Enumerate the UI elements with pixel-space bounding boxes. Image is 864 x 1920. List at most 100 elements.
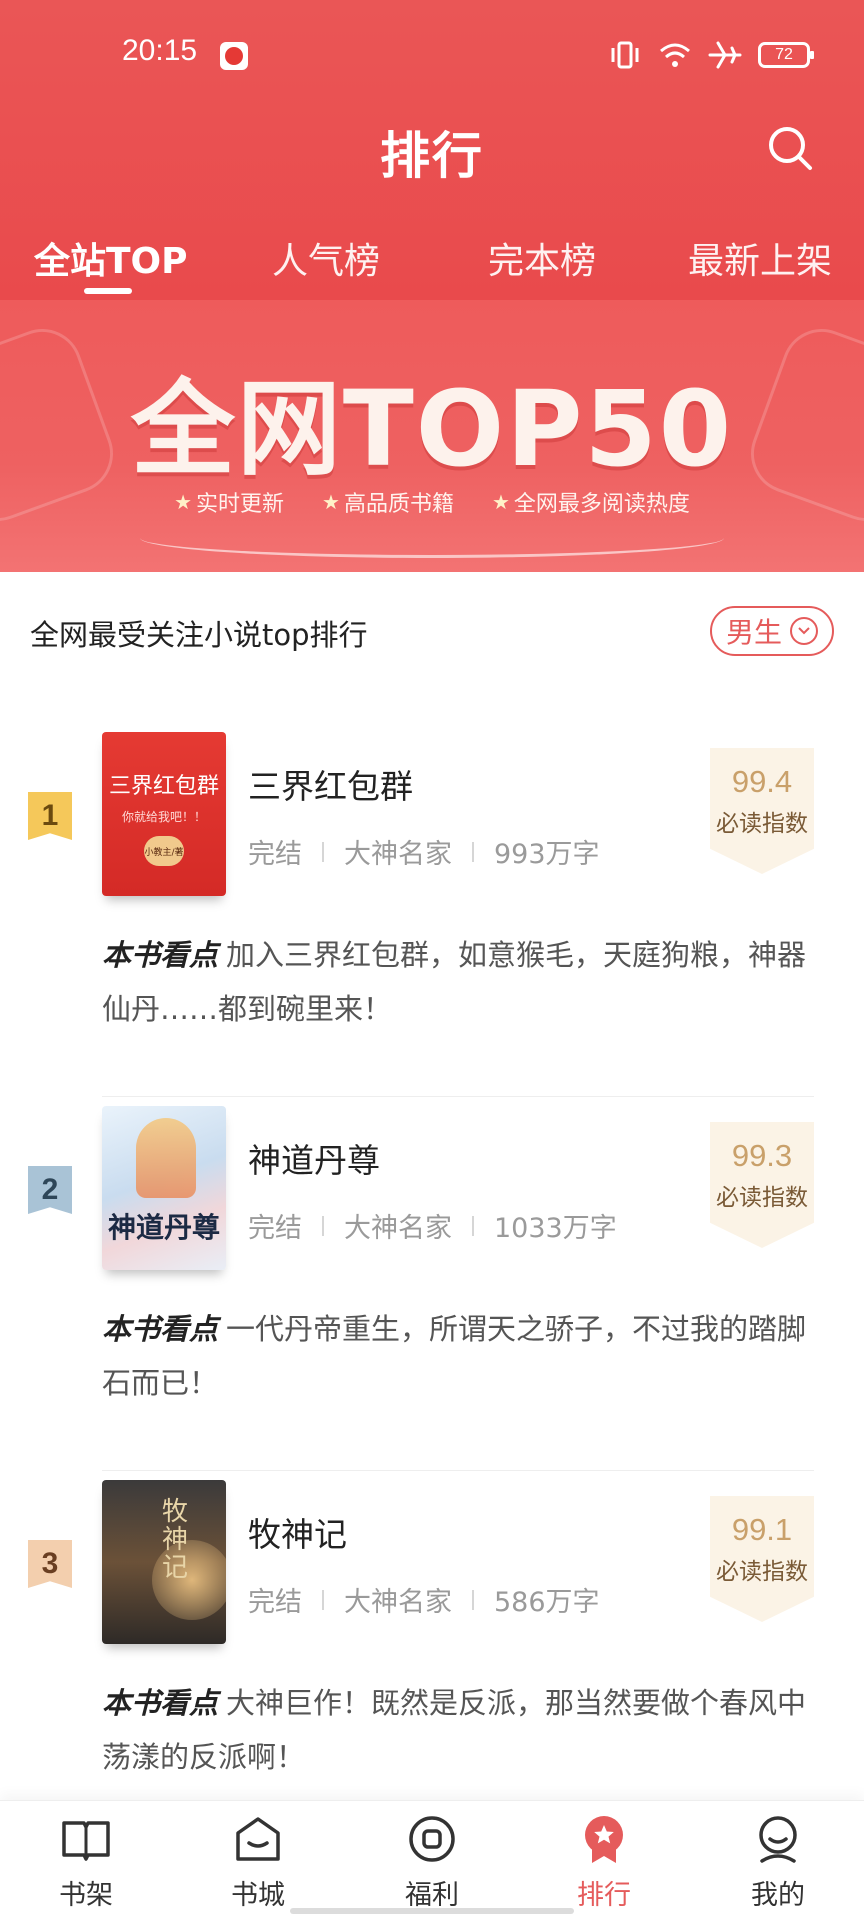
top50-banner[interactable]: 全网TOP50 ★ 实时更新 ★ 高品质书籍 ★ 全网最多阅读热度 bbox=[0, 300, 864, 572]
highlight-label: 本书看点 bbox=[102, 1312, 219, 1346]
rank-badge: 1 bbox=[28, 792, 72, 840]
book-list-item[interactable]: 2 神道丹尊 神道丹尊 完结 大神名家 1033万字 99.3 必读指数 本书看… bbox=[0, 1106, 864, 1480]
nav-bookshelf[interactable]: 书架 bbox=[26, 1813, 146, 1919]
status-icons: 72 bbox=[608, 40, 814, 70]
book-meta: 完结 大神名家 586万字 bbox=[248, 1580, 600, 1619]
book-list-item[interactable]: 3 牧神记 牧神记 完结 大神名家 586万字 99.1 必读指数 本书看点 大神… bbox=[0, 1480, 864, 1854]
nav-profile[interactable]: 我的 bbox=[718, 1813, 838, 1919]
tab-popular[interactable]: 人气榜 bbox=[272, 232, 380, 284]
status-bar: 20:15 72 bbox=[0, 0, 864, 110]
banner-feature: ★ 全网最多阅读热度 bbox=[491, 490, 690, 517]
book-cover[interactable]: 神道丹尊 bbox=[102, 1106, 226, 1270]
ranking-section-header: 全网最受关注小说top排行 男生 bbox=[0, 572, 864, 692]
book-status: 完结 bbox=[248, 1213, 302, 1244]
nav-label: 福利 bbox=[405, 1880, 459, 1911]
bottom-nav: 书架 书城 福利 排行 我的 bbox=[0, 1800, 864, 1920]
bookstore-icon bbox=[232, 1813, 284, 1865]
cover-figure bbox=[136, 1118, 196, 1198]
status-time: 20:15 bbox=[122, 34, 198, 67]
book-category: 大神名家 bbox=[344, 1587, 452, 1618]
cover-title: 牧神记 bbox=[162, 1497, 189, 1583]
divider bbox=[102, 1470, 814, 1471]
cover-subtitle: 你就给我吧！！ bbox=[121, 810, 206, 824]
book-highlight: 本书看点 加入三界红包群，如意猴毛，天庭狗粮，神器仙丹……都到碗里来！ bbox=[102, 928, 814, 1036]
score-label: 必读指数 bbox=[716, 1185, 808, 1211]
cover-title: 三界红包群 bbox=[108, 774, 219, 799]
score-label: 必读指数 bbox=[716, 811, 808, 837]
gender-filter-button[interactable]: 男生 bbox=[710, 606, 834, 656]
banner-title: 全网TOP50 bbox=[130, 368, 734, 490]
battery-icon: 72 bbox=[758, 42, 814, 68]
section-title: 全网最受关注小说top排行 bbox=[30, 618, 368, 652]
star-icon: ★ bbox=[322, 490, 340, 514]
highlight-label: 本书看点 bbox=[102, 1686, 219, 1720]
search-icon[interactable] bbox=[766, 124, 814, 172]
meta-divider bbox=[322, 841, 324, 862]
star-icon: ★ bbox=[174, 490, 192, 514]
book-word-count: 993万字 bbox=[494, 839, 600, 870]
rank-badge: 3 bbox=[28, 1540, 72, 1588]
book-word-count: 1033万字 bbox=[494, 1213, 617, 1244]
nav-ranking[interactable]: 排行 bbox=[544, 1813, 664, 1919]
video-app-icon bbox=[220, 42, 248, 70]
book-category: 大神名家 bbox=[344, 1213, 452, 1244]
book-category: 大神名家 bbox=[344, 839, 452, 870]
nav-label: 我的 bbox=[751, 1880, 805, 1911]
book-title[interactable]: 神道丹尊 bbox=[248, 1134, 380, 1182]
book-cover[interactable]: 三界红包群 你就给我吧！！ 小教主/著 bbox=[102, 732, 226, 896]
airplane-icon bbox=[708, 40, 742, 70]
book-list-item[interactable]: 1 三界红包群 你就给我吧！！ 小教主/著 三界红包群 完结 大神名家 993万… bbox=[0, 732, 864, 1106]
banner-feature: ★ 高品质书籍 bbox=[322, 490, 454, 517]
book-status: 完结 bbox=[248, 1587, 302, 1618]
score-value: 99.4 bbox=[731, 764, 793, 799]
tab-all-top[interactable]: 全站TOP bbox=[34, 232, 188, 284]
book-highlight: 本书看点 一代丹帝重生，所谓天之骄子，不过我的踏脚石而已！ bbox=[102, 1302, 814, 1410]
nav-label: 书架 bbox=[59, 1880, 113, 1911]
profile-icon bbox=[752, 1813, 804, 1865]
gender-filter-label: 男生 bbox=[725, 616, 782, 649]
wifi-icon bbox=[658, 40, 692, 70]
meta-divider bbox=[472, 1589, 474, 1610]
score-value: 99.3 bbox=[731, 1138, 793, 1173]
cover-title: 神道丹尊 bbox=[108, 1211, 221, 1244]
score-value: 99.1 bbox=[731, 1512, 793, 1547]
book-title[interactable]: 牧神记 bbox=[248, 1508, 347, 1556]
welfare-icon bbox=[406, 1813, 458, 1865]
book-meta: 完结 大神名家 993万字 bbox=[248, 832, 600, 871]
banner-features: ★ 实时更新 ★ 高品质书籍 ★ 全网最多阅读热度 bbox=[0, 486, 864, 518]
book-word-count: 586万字 bbox=[494, 1587, 600, 1618]
nav-welfare[interactable]: 福利 bbox=[372, 1813, 492, 1919]
book-meta: 完结 大神名家 1033万字 bbox=[248, 1206, 617, 1245]
book-title[interactable]: 三界红包群 bbox=[248, 760, 413, 808]
highlight-label: 本书看点 bbox=[102, 938, 219, 972]
book-status: 完结 bbox=[248, 839, 302, 870]
score-label: 必读指数 bbox=[716, 1559, 808, 1585]
score-badge: 99.4 必读指数 bbox=[710, 748, 814, 874]
score-badge: 99.1 必读指数 bbox=[710, 1496, 814, 1622]
nav-bookstore[interactable]: 书城 bbox=[198, 1813, 318, 1919]
nav-label: 书城 bbox=[231, 1880, 285, 1911]
cover-author-seal: 小教主/著 bbox=[144, 836, 184, 866]
home-indicator bbox=[290, 1908, 574, 1914]
meta-divider bbox=[322, 1215, 324, 1236]
book-cover[interactable]: 牧神记 bbox=[102, 1480, 226, 1644]
score-badge: 99.3 必读指数 bbox=[710, 1122, 814, 1248]
banner-arc-decoration bbox=[140, 518, 724, 558]
header: 20:15 72 排行 全站TOP 人气榜 完本榜 最新上架 bbox=[0, 0, 864, 300]
meta-divider bbox=[472, 1215, 474, 1236]
tab-completed[interactable]: 完本榜 bbox=[488, 232, 596, 284]
chevron-down-icon bbox=[790, 617, 818, 645]
meta-divider bbox=[322, 1589, 324, 1610]
banner-feature: ★ 实时更新 bbox=[174, 490, 285, 517]
tab-newest[interactable]: 最新上架 bbox=[688, 232, 832, 284]
active-tab-indicator bbox=[84, 288, 132, 294]
nav-label: 排行 bbox=[577, 1880, 631, 1911]
bookshelf-icon bbox=[60, 1813, 112, 1865]
ranking-icon bbox=[578, 1813, 630, 1865]
book-highlight: 本书看点 大神巨作！既然是反派，那当然要做个春风中荡漾的反派啊！ bbox=[102, 1676, 814, 1784]
rank-badge: 2 bbox=[28, 1166, 72, 1214]
star-icon: ★ bbox=[491, 490, 510, 514]
page-title: 排行 bbox=[380, 127, 484, 185]
vibrate-icon bbox=[608, 40, 642, 70]
meta-divider bbox=[472, 841, 474, 862]
